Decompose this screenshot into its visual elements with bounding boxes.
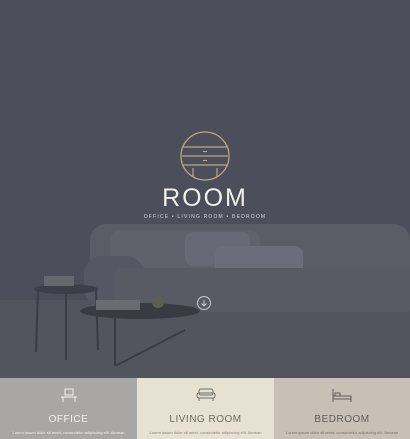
category-text-living-room: Lorem ipsum dolor sit amet, consectetur …: [149, 430, 262, 435]
brand-title: ROOM: [162, 184, 248, 212]
category-title-office: OFFICE: [48, 414, 89, 425]
brand-subtitle: OFFICE • LIVING ROOM • BEDROOM: [143, 214, 267, 220]
sofa-icon: [196, 388, 215, 401]
category-panels: OFFICE Lorem ipsum dolor sit amet, conse…: [0, 378, 410, 439]
round-cabinet-logo: [180, 131, 230, 181]
category-text-office: Lorem ipsum dolor sit amet, consectetur …: [12, 430, 125, 435]
category-living-room[interactable]: LIVING ROOM Lorem ipsum dolor sit amet, …: [137, 378, 274, 439]
desk-icon: [60, 388, 77, 402]
arrow-down-icon: [201, 300, 207, 307]
category-office[interactable]: OFFICE Lorem ipsum dolor sit amet, conse…: [0, 378, 137, 439]
bed-icon: [332, 389, 352, 402]
category-bedroom[interactable]: BEDROOM Lorem ipsum dolor sit amet, cons…: [274, 378, 410, 439]
category-title-bedroom: BEDROOM: [314, 414, 370, 425]
category-text-bedroom: Lorem ipsum dolor sit amet, consectetur …: [285, 430, 399, 435]
hero-section: ROOM OFFICE • LIVING ROOM • BEDROOM: [0, 0, 410, 378]
scroll-down-button[interactable]: [197, 296, 211, 310]
category-title-living-room: LIVING ROOM: [169, 414, 242, 425]
